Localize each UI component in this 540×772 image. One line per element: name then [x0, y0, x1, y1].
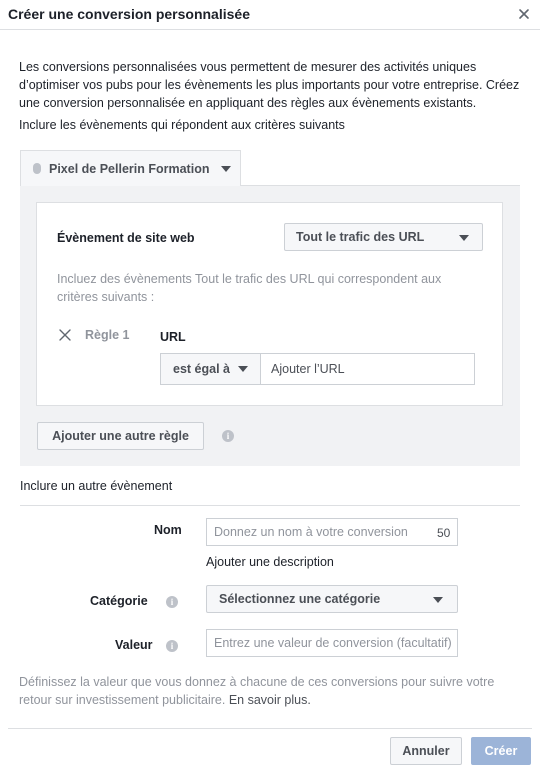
- learn-more-link[interactable]: En savoir plus.: [229, 693, 311, 707]
- pixel-selector[interactable]: Pixel de Pellerin Formation: [20, 150, 241, 186]
- divider: [20, 505, 520, 506]
- create-button[interactable]: Créer: [471, 737, 531, 765]
- pixel-selector-label: Pixel de Pellerin Formation: [49, 161, 210, 176]
- remove-rule-icon[interactable]: [58, 328, 72, 342]
- name-char-count: 50: [437, 526, 451, 540]
- name-input[interactable]: [206, 518, 458, 546]
- dialog-title: Créer une conversion personnalisée: [8, 6, 250, 22]
- info-icon[interactable]: i: [222, 430, 234, 442]
- website-event-label: Évènement de site web: [57, 231, 195, 245]
- operator-value: est égal à: [173, 362, 230, 376]
- caret-down-icon: [237, 366, 248, 372]
- caret-down-icon: [221, 165, 232, 172]
- category-dropdown[interactable]: Sélectionnez une catégorie: [206, 585, 458, 613]
- close-icon[interactable]: [516, 6, 532, 22]
- operator-dropdown[interactable]: est égal à: [160, 353, 261, 385]
- info-icon[interactable]: i: [166, 640, 178, 652]
- conversion-value-input[interactable]: [206, 629, 458, 657]
- event-type-dropdown[interactable]: Tout le trafic des URL: [284, 223, 483, 251]
- add-description-link[interactable]: Ajouter une description: [206, 555, 334, 569]
- add-other-event-link[interactable]: Inclure un autre évènement: [20, 479, 172, 493]
- include-criteria-label: Inclure les évènements qui répondent aux…: [19, 118, 345, 132]
- rule-label: Règle 1: [85, 328, 130, 342]
- event-type-value: Tout le trafic des URL: [296, 230, 425, 244]
- url-input[interactable]: [260, 353, 475, 385]
- rule-description: Incluez des évènements Tout le trafic de…: [57, 272, 442, 304]
- name-label: Nom: [154, 523, 182, 537]
- value-help-text: Définissez la valeur que vous donnez à c…: [19, 673, 519, 709]
- cancel-button[interactable]: Annuler: [390, 737, 462, 765]
- caret-down-icon: [433, 597, 443, 603]
- rule-field-label: URL: [160, 330, 186, 344]
- category-value: Sélectionnez une catégorie: [219, 592, 381, 606]
- caret-down-icon: [459, 235, 469, 241]
- add-rule-button[interactable]: Ajouter une autre règle: [37, 422, 204, 450]
- info-icon[interactable]: i: [166, 596, 178, 608]
- footer-divider: [8, 728, 532, 729]
- intro-text: Les conversions personnalisées vous perm…: [19, 60, 520, 110]
- category-label: Catégorie: [90, 594, 148, 608]
- value-label: Valeur: [115, 638, 153, 652]
- pixel-status-icon: [33, 163, 41, 174]
